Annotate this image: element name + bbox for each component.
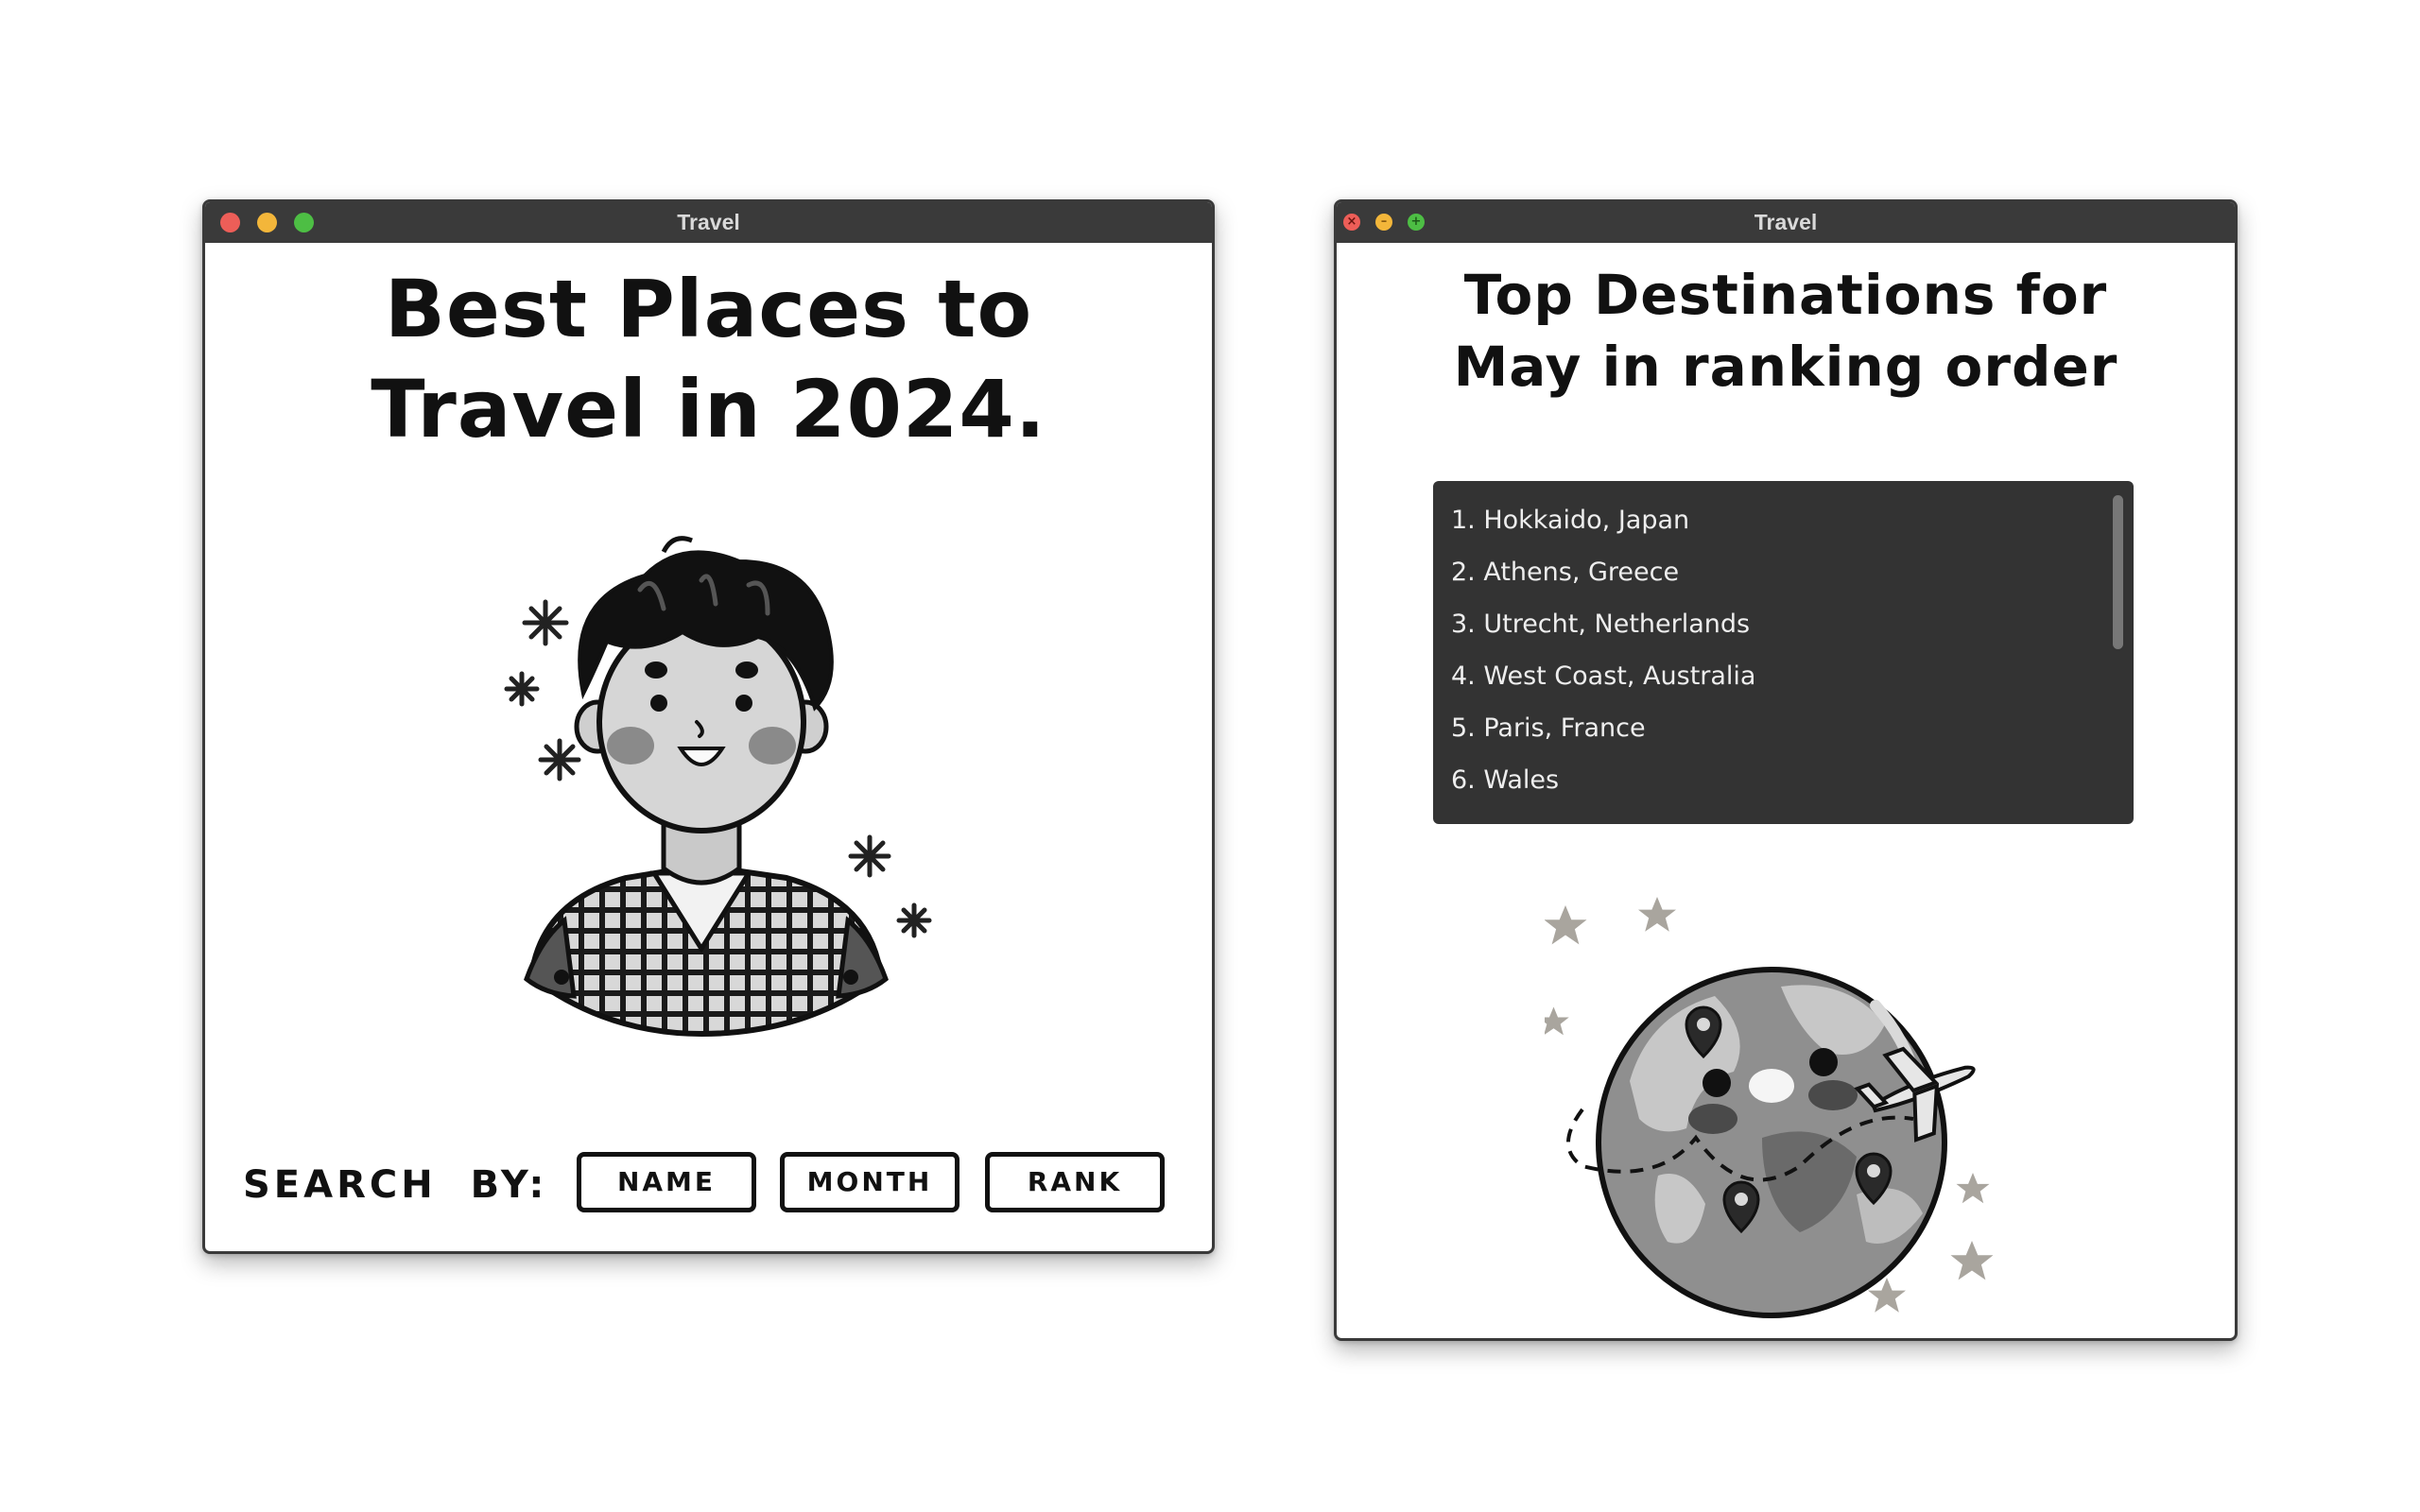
window-titlebar[interactable]: Travel	[205, 202, 1212, 243]
search-by-name-button[interactable]: NAME	[577, 1152, 756, 1212]
list-item[interactable]: 5. Paris, France	[1451, 702, 2134, 754]
window-title: Travel	[1754, 210, 1818, 234]
boy-avatar-icon	[504, 536, 932, 1038]
travel-window-search: Travel Best Places to Travel in 2024. SE…	[202, 199, 1215, 1254]
maximize-window-button[interactable]	[294, 213, 314, 232]
page-title-line-1: Best Places to	[384, 263, 1033, 355]
window-titlebar[interactable]: × – + Travel	[1337, 202, 2235, 243]
destinations-listbox[interactable]: 1. Hokkaido, Japan 2. Athens, Greece 3. …	[1433, 481, 2134, 824]
minimize-window-button[interactable]: –	[1375, 214, 1392, 231]
close-window-button[interactable]	[220, 213, 240, 232]
list-item[interactable]: 2. Athens, Greece	[1451, 546, 2134, 598]
search-by-rank-button[interactable]: RANK	[985, 1152, 1165, 1212]
page-title-line-2: Travel in 2024.	[371, 363, 1046, 455]
page-title: Top Destinations for May in ranking orde…	[1337, 259, 2235, 403]
listbox-scrollbar[interactable]	[2113, 495, 2123, 649]
list-item[interactable]: 1. Hokkaido, Japan	[1451, 494, 2134, 546]
list-item[interactable]: 6. Wales	[1451, 754, 2134, 806]
page-title: Best Places to Travel in 2024.	[205, 259, 1212, 459]
search-by-label: SEARCH BY:	[243, 1163, 548, 1207]
close-window-button[interactable]: ×	[1343, 214, 1360, 231]
list-item[interactable]: 4. West Coast, Australia	[1451, 650, 2134, 702]
search-by-bar: SEARCH BY: NAME MONTH RANK	[243, 1152, 1188, 1218]
page-title-line-1: Top Destinations for	[1463, 263, 2108, 327]
list-item[interactable]: 3. Utrecht, Netherlands	[1451, 598, 2134, 650]
window-title: Travel	[677, 210, 740, 234]
page-title-line-2: May in ranking order	[1453, 335, 2118, 399]
maximize-window-button[interactable]: +	[1408, 214, 1425, 231]
travel-window-destinations: × – + Travel Top Destinations for May in…	[1334, 199, 2238, 1341]
minimize-window-button[interactable]	[257, 213, 277, 232]
globe-airplane-icon	[1545, 897, 1994, 1318]
search-by-month-button[interactable]: MONTH	[780, 1152, 959, 1212]
